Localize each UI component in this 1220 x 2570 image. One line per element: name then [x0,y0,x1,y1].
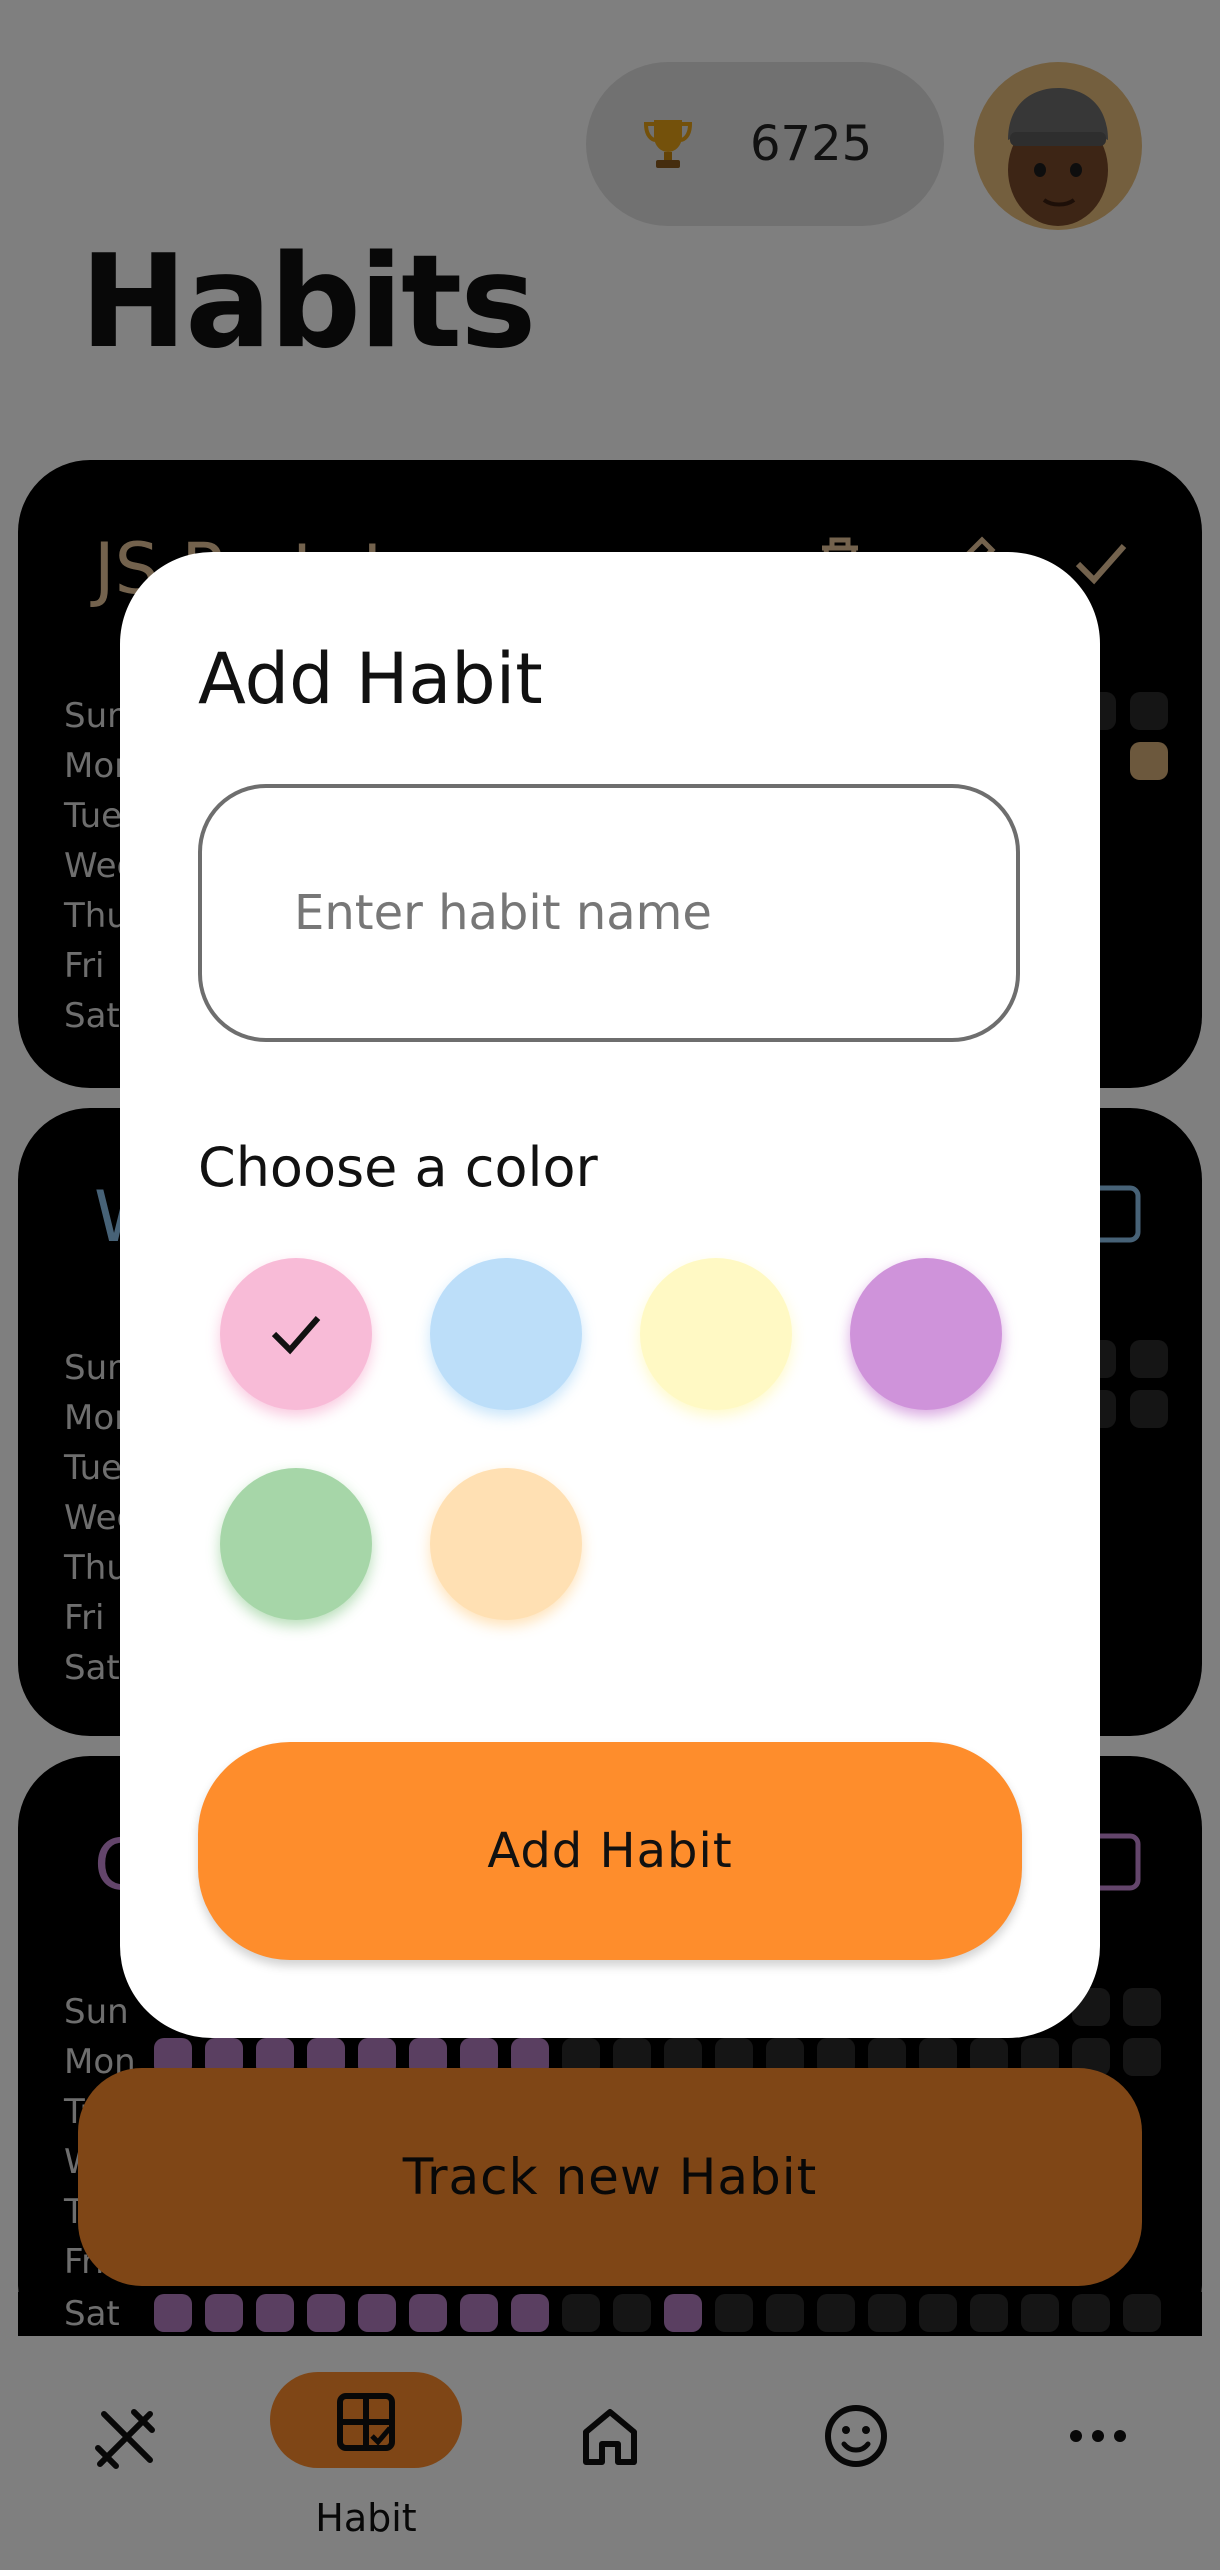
add-habit-dialog: Add Habit Choose a color Add Habit [120,552,1100,2038]
add-habit-button[interactable]: Add Habit [198,1742,1022,1960]
color-swatch-pink[interactable] [220,1258,372,1410]
color-swatch-purple[interactable] [850,1258,1002,1410]
check-icon [271,1316,321,1355]
habit-name-input[interactable] [198,784,1020,1042]
color-swatch-green[interactable] [220,1468,372,1620]
color-swatch-peach[interactable] [430,1468,582,1620]
color-swatch-blue[interactable] [430,1258,582,1410]
color-swatch-yellow[interactable] [640,1258,792,1410]
dialog-title: Add Habit [198,638,543,720]
choose-color-label: Choose a color [198,1136,598,1199]
